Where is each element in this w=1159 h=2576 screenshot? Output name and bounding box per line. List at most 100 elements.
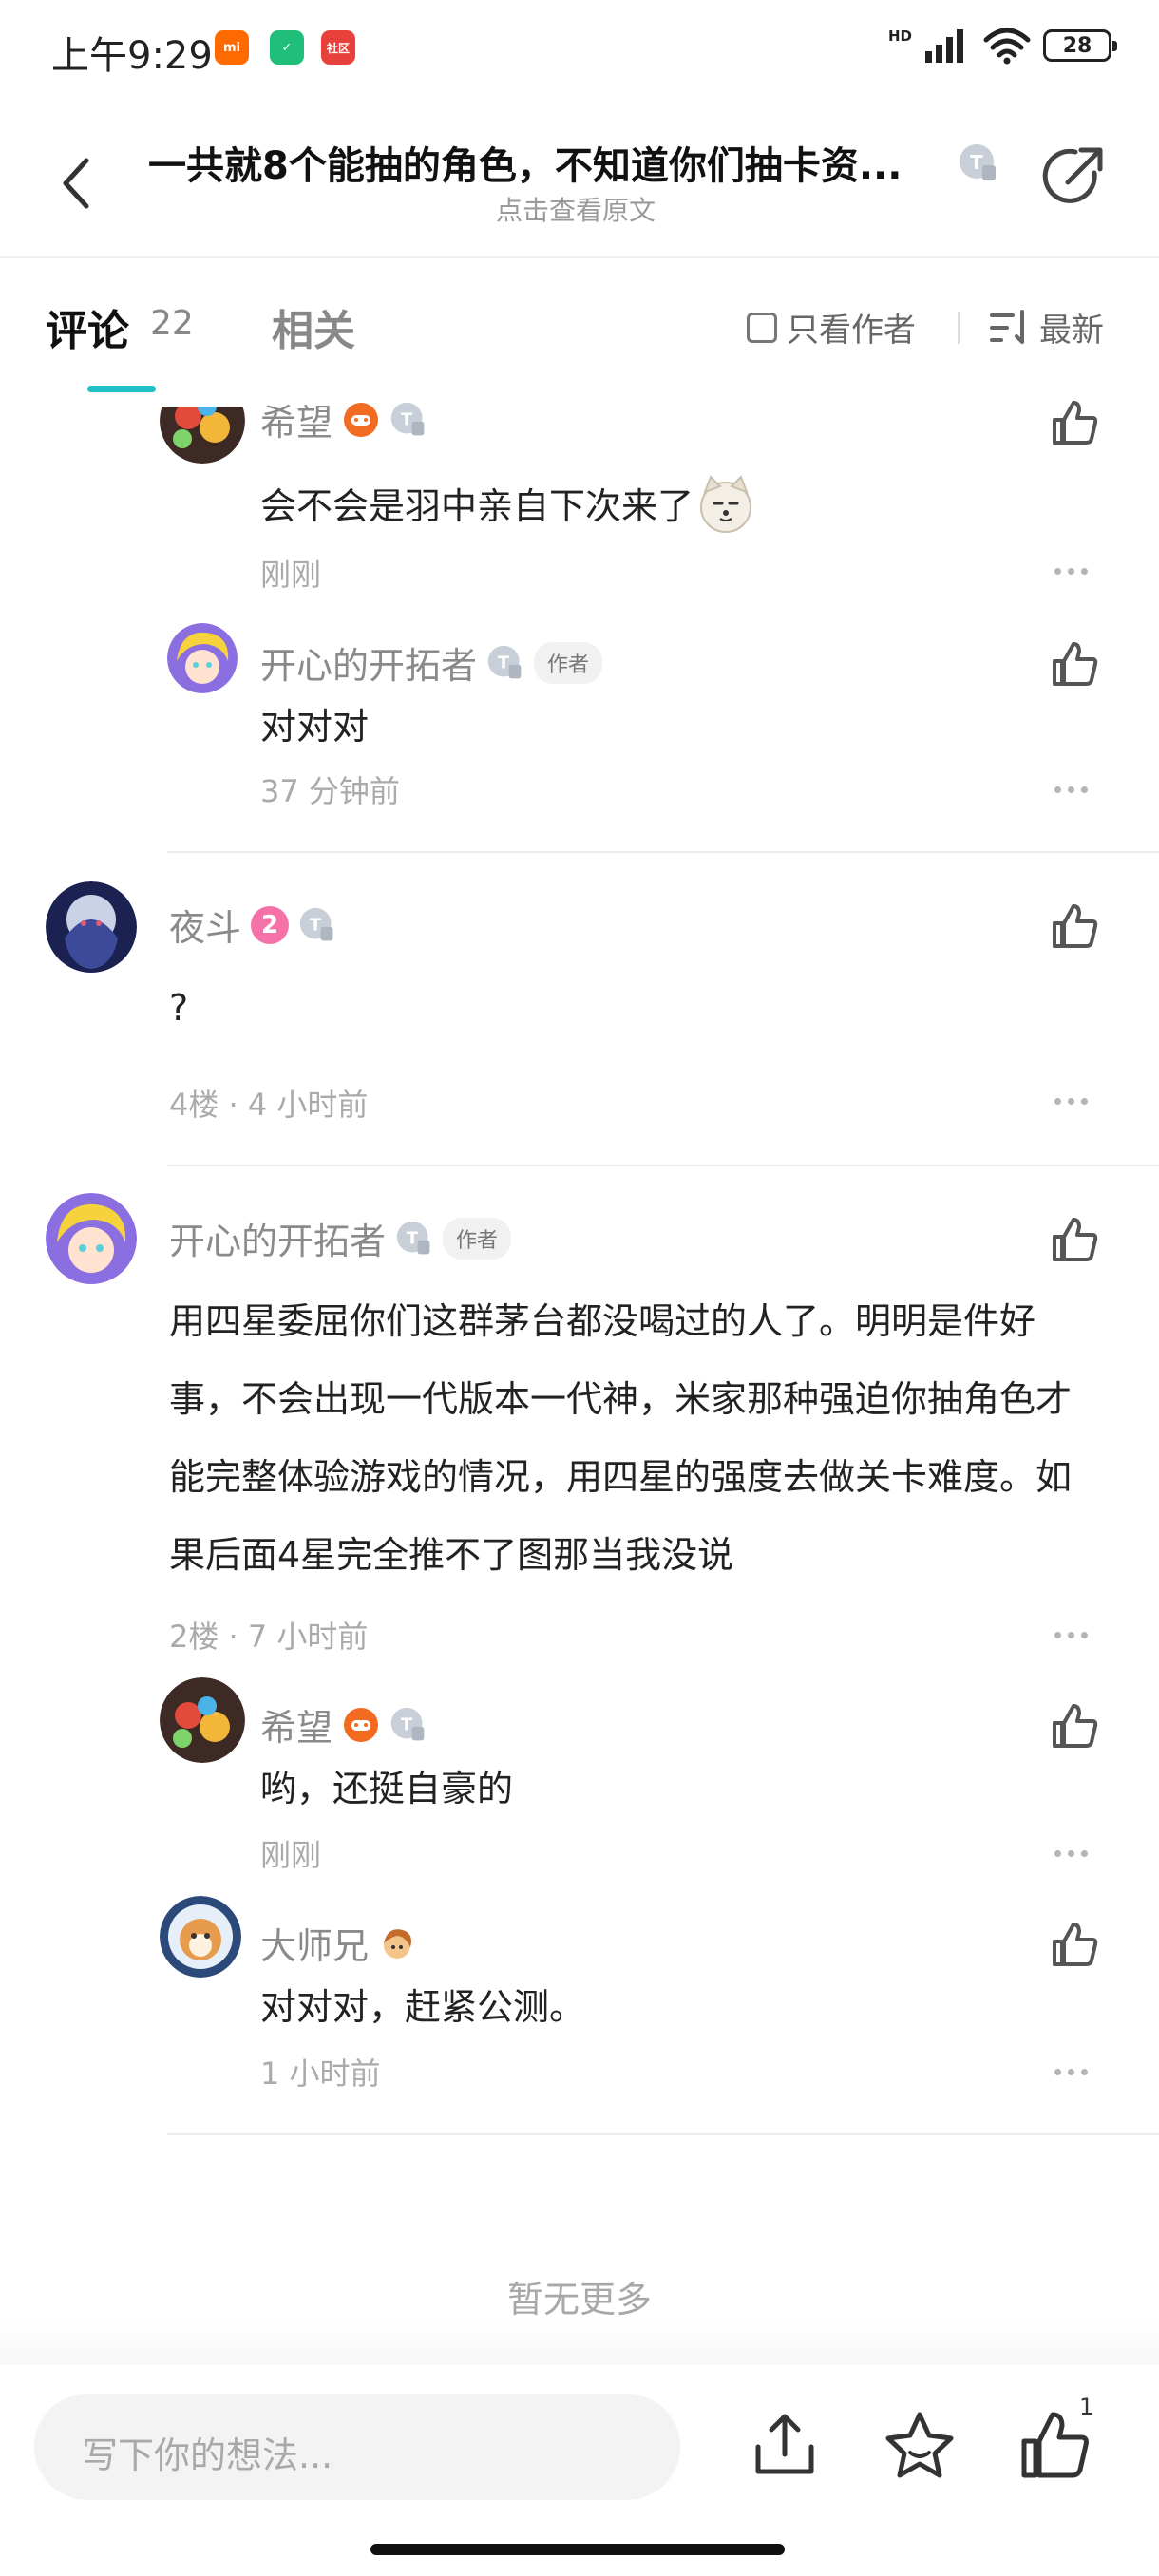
bottom-bar-shadow: [0, 2318, 1159, 2365]
like-button[interactable]: [1049, 1919, 1100, 1970]
comment-tabs: 评论 22 相关 只看作者 最新: [0, 275, 1159, 399]
author-only-checkbox[interactable]: [747, 312, 777, 343]
tab-related[interactable]: 相关: [272, 296, 355, 357]
svg-text:T: T: [310, 915, 322, 935]
comment-author[interactable]: 希望 T: [260, 393, 428, 445]
svg-text:T: T: [407, 1228, 419, 1248]
star-icon: [885, 2412, 954, 2478]
post-title[interactable]: 一共就8个能抽的角色，不知道你们抽卡资...: [148, 135, 946, 190]
comment-meta: 4楼 · 4 小时前: [169, 1087, 369, 1123]
share-post-button[interactable]: [745, 2405, 825, 2485]
status-indicators: HD 28: [888, 27, 1117, 65]
svg-text:T: T: [401, 1714, 413, 1734]
comment-input-placeholder: 写下你的想法...: [82, 2434, 333, 2476]
more-options-button[interactable]: [1054, 2065, 1092, 2078]
character-badge-icon: [384, 1928, 412, 1959]
author-tag: 作者: [443, 1217, 512, 1260]
comment-text: 用四星委屈你们这群茅台都没喝过的人了。明明是件好事，不会出现一代版本一代神，米家…: [169, 1300, 1073, 1576]
author-name[interactable]: 希望: [260, 1698, 332, 1751]
svg-text:T: T: [970, 151, 983, 174]
header-divider: [0, 256, 1159, 258]
comment-text: 对对对，赶紧公测。: [260, 1986, 586, 2028]
author-only-label: 只看作者: [787, 312, 916, 350]
comment-text: 哟，还挺自豪的: [260, 1768, 514, 1809]
svg-text:T: T: [498, 653, 510, 672]
author-name[interactable]: 开心的开拓者: [169, 1212, 386, 1264]
battery-indicator: 28: [1043, 29, 1117, 62]
avatar[interactable]: [160, 1896, 241, 1978]
level-badge-icon: T: [390, 402, 425, 435]
shiba-dog-emoji-icon: [700, 474, 752, 533]
comment-author[interactable]: 希望 T: [260, 1698, 428, 1751]
more-options-button[interactable]: [1054, 783, 1092, 796]
like-button[interactable]: [1049, 1700, 1100, 1752]
gamepad-badge-icon: [344, 1707, 379, 1742]
home-indicator[interactable]: [370, 2544, 785, 2555]
svg-text:T: T: [401, 409, 413, 429]
avatar[interactable]: [46, 881, 137, 973]
comment-time: 刚刚: [260, 557, 322, 593]
chevron-left-icon: [63, 158, 89, 209]
thumbs-up-icon: [1053, 1704, 1098, 1748]
user-level-badge: 2: [251, 905, 290, 944]
more-options-button[interactable]: [1054, 1847, 1092, 1860]
avatar[interactable]: [167, 623, 238, 693]
author-name[interactable]: 开心的开拓者: [260, 636, 477, 689]
more-options-button[interactable]: [1054, 1094, 1092, 1108]
author-tag: 作者: [534, 641, 603, 684]
comment-time: 1 小时前: [260, 2055, 381, 2092]
like-count: 1: [1079, 2394, 1094, 2420]
comment-author[interactable]: 夜斗 2 T: [169, 899, 336, 951]
thumbs-up-icon: [1053, 904, 1098, 948]
comments-count: 22: [150, 304, 194, 343]
status-bar: 上午9:29 mi ✓ 社区 HD 28: [0, 0, 1159, 100]
comment-author[interactable]: 开心的开拓者 T 作者: [260, 636, 603, 689]
gamepad-badge-icon: [344, 402, 379, 437]
comment-text: 会不会是羽中亲自下次来了: [260, 467, 1077, 545]
level-badge-icon: T: [958, 142, 999, 188]
sort-button[interactable]: 最新: [988, 304, 1104, 350]
view-original-link[interactable]: 点击查看原文: [148, 190, 1003, 228]
favorite-button[interactable]: [880, 2405, 960, 2485]
security-app-icon: ✓: [270, 30, 304, 65]
thumbs-up-icon: [1053, 401, 1098, 445]
active-tab-indicator: [87, 386, 156, 392]
author-name[interactable]: 夜斗: [169, 899, 241, 951]
tab-comments[interactable]: 评论: [46, 296, 129, 357]
author-name[interactable]: 希望: [260, 393, 332, 445]
comment-time: 刚刚: [260, 1837, 322, 1873]
share-icon: [1042, 147, 1103, 203]
author-name[interactable]: 大师兄: [260, 1917, 369, 1969]
like-button[interactable]: [1049, 638, 1100, 690]
share-button[interactable]: [1039, 142, 1108, 211]
like-button[interactable]: [1049, 397, 1100, 448]
author-only-toggle[interactable]: 只看作者: [747, 304, 916, 350]
level-badge-icon: T: [390, 1707, 425, 1740]
level-badge-icon: T: [396, 1221, 430, 1254]
signal-icon: [925, 29, 963, 63]
back-button[interactable]: [49, 150, 103, 217]
thumbs-up-icon: [1053, 642, 1098, 686]
xiaomi-app-icon: mi: [215, 30, 249, 65]
more-options-button[interactable]: [1054, 1628, 1092, 1641]
comment-text: ?: [169, 987, 189, 1029]
comment-input[interactable]: 写下你的想法...: [34, 2394, 680, 2500]
comment-text: 对对对: [260, 706, 370, 748]
status-time: 上午9:29: [51, 34, 213, 78]
upload-share-icon: [755, 2414, 814, 2474]
avatar[interactable]: [160, 1677, 245, 1763]
bottom-action-bar: 写下你的想法... 1: [0, 2365, 1159, 2576]
sort-icon: [990, 309, 1024, 344]
thumbs-up-icon: [1053, 1923, 1098, 1966]
post-header: 一共就8个能抽的角色，不知道你们抽卡资... T 点击查看原文: [0, 114, 1159, 256]
level-badge-icon: T: [487, 645, 522, 678]
comment-author[interactable]: 开心的开拓者 T 作者: [169, 1212, 512, 1264]
comment-divider: [167, 2133, 1159, 2135]
like-button[interactable]: [1049, 1214, 1100, 1265]
comment-author[interactable]: 大师兄: [260, 1917, 416, 1969]
level-badge-icon: T: [299, 907, 333, 940]
avatar[interactable]: [46, 1193, 137, 1284]
more-options-button[interactable]: [1054, 564, 1092, 578]
like-button[interactable]: [1049, 900, 1100, 952]
thumbs-up-icon: [1053, 1218, 1098, 1261]
